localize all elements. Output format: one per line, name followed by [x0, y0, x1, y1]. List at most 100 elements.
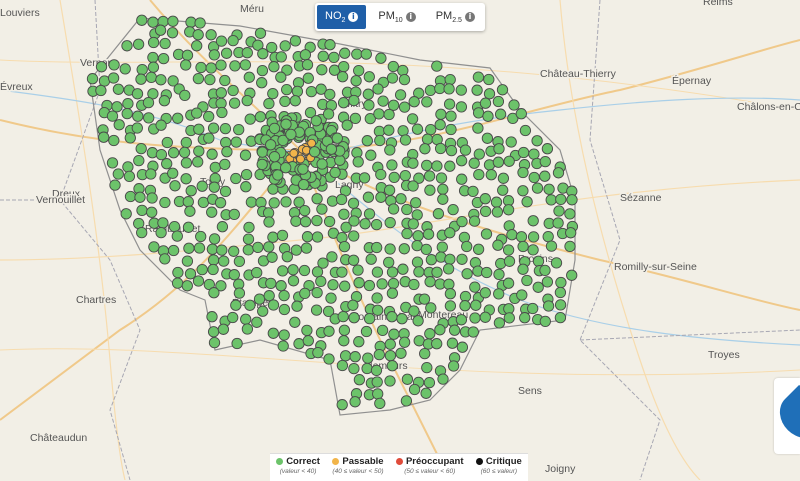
station-marker-correct[interactable] [311, 214, 323, 227]
station-marker-correct[interactable] [399, 169, 411, 182]
station-marker-correct[interactable] [336, 266, 348, 278]
station-marker-correct[interactable] [239, 59, 252, 71]
station-marker-correct[interactable] [374, 134, 386, 147]
station-marker-correct[interactable] [161, 158, 173, 170]
station-marker-correct[interactable] [564, 208, 576, 220]
station-marker-correct[interactable] [425, 123, 437, 136]
station-marker-correct[interactable] [436, 241, 448, 253]
station-marker-correct[interactable] [172, 266, 184, 279]
station-marker-correct[interactable] [337, 310, 349, 323]
station-marker-correct[interactable] [242, 244, 254, 256]
station-marker-correct[interactable] [299, 49, 312, 61]
brand-logo[interactable] [774, 378, 800, 454]
station-marker-correct[interactable] [338, 60, 350, 73]
station-marker-correct[interactable] [227, 311, 239, 324]
station-marker-correct[interactable] [325, 143, 338, 155]
station-marker-correct[interactable] [339, 47, 351, 59]
station-marker-correct[interactable] [376, 324, 389, 337]
station-marker-correct[interactable] [483, 73, 495, 86]
station-marker-correct[interactable] [112, 168, 124, 180]
station-marker-correct[interactable] [242, 233, 255, 245]
station-marker-correct[interactable] [132, 38, 145, 50]
station-marker-correct[interactable] [301, 231, 314, 243]
station-marker-correct[interactable] [350, 75, 362, 87]
station-marker-correct[interactable] [470, 299, 482, 311]
station-marker-correct[interactable] [316, 158, 328, 170]
station-marker-correct[interactable] [365, 253, 377, 265]
station-marker-correct[interactable] [473, 148, 485, 160]
station-marker-correct[interactable] [159, 37, 171, 50]
station-marker-correct[interactable] [517, 166, 529, 179]
station-marker-correct[interactable] [479, 311, 491, 323]
station-marker-correct[interactable] [178, 146, 191, 159]
station-marker-correct[interactable] [445, 144, 458, 157]
station-marker-correct[interactable] [275, 51, 287, 63]
station-marker-correct[interactable] [185, 185, 197, 197]
station-marker-correct[interactable] [527, 302, 539, 315]
station-marker-correct[interactable] [281, 83, 293, 96]
station-marker-correct[interactable] [229, 60, 241, 72]
station-marker-correct[interactable] [241, 94, 253, 107]
station-marker-correct[interactable] [543, 183, 555, 195]
station-marker-correct[interactable] [468, 215, 481, 227]
station-marker-correct[interactable] [471, 84, 483, 96]
station-marker-correct[interactable] [447, 203, 459, 216]
station-marker-correct[interactable] [214, 197, 227, 209]
station-marker-correct[interactable] [134, 191, 146, 203]
station-marker-correct[interactable] [184, 205, 196, 217]
station-marker-passable[interactable] [296, 154, 305, 164]
station-marker-correct[interactable] [360, 325, 373, 338]
station-marker-correct[interactable] [275, 280, 287, 292]
station-marker-correct[interactable] [397, 263, 409, 275]
station-marker-correct[interactable] [337, 97, 350, 109]
station-marker-correct[interactable] [157, 52, 170, 65]
station-marker-correct[interactable] [387, 277, 400, 290]
station-marker-correct[interactable] [233, 123, 245, 136]
station-marker-passable[interactable] [307, 138, 317, 148]
station-marker-correct[interactable] [206, 148, 218, 160]
station-marker-correct[interactable] [386, 360, 398, 372]
station-marker-correct[interactable] [285, 128, 297, 141]
station-marker-correct[interactable] [408, 96, 420, 108]
station-marker-correct[interactable] [408, 305, 420, 317]
station-marker-correct[interactable] [277, 340, 289, 352]
station-marker-correct[interactable] [339, 280, 351, 292]
station-marker-correct[interactable] [263, 97, 275, 110]
station-marker-correct[interactable] [493, 143, 505, 155]
station-marker-correct[interactable] [197, 196, 210, 209]
tab-no2[interactable]: NO2 i [317, 5, 367, 29]
station-marker-correct[interactable] [323, 353, 335, 365]
station-marker-correct[interactable] [182, 221, 195, 233]
station-marker-correct[interactable] [132, 110, 144, 122]
station-marker-correct[interactable] [446, 337, 459, 349]
station-marker-correct[interactable] [326, 251, 338, 263]
station-marker-correct[interactable] [479, 97, 492, 109]
station-marker-correct[interactable] [492, 239, 504, 251]
station-marker-correct[interactable] [444, 160, 456, 172]
station-marker-correct[interactable] [293, 338, 305, 350]
station-marker-correct[interactable] [108, 59, 120, 71]
station-marker-correct[interactable] [490, 196, 503, 208]
station-marker-correct[interactable] [322, 108, 335, 120]
station-marker-correct[interactable] [371, 241, 383, 254]
station-marker-correct[interactable] [208, 181, 220, 193]
station-marker-correct[interactable] [289, 316, 301, 328]
info-icon[interactable]: i [348, 12, 359, 22]
tab-pm25[interactable]: PM2.5 i [428, 5, 483, 29]
station-marker-correct[interactable] [494, 108, 507, 120]
station-marker-correct[interactable] [278, 329, 290, 341]
station-marker-correct[interactable] [219, 185, 232, 198]
station-marker-correct[interactable] [287, 264, 299, 276]
station-marker-correct[interactable] [461, 240, 473, 253]
station-marker-correct[interactable] [208, 336, 221, 349]
station-marker-correct[interactable] [358, 172, 371, 184]
station-marker-correct[interactable] [461, 268, 473, 280]
station-marker-correct[interactable] [459, 300, 471, 312]
station-marker-correct[interactable] [363, 279, 376, 292]
station-marker-correct[interactable] [171, 277, 184, 289]
station-marker-correct[interactable] [497, 184, 509, 196]
station-marker-correct[interactable] [502, 244, 515, 256]
station-marker-correct[interactable] [227, 34, 239, 47]
station-marker-correct[interactable] [305, 85, 318, 98]
station-marker-correct[interactable] [424, 184, 436, 196]
